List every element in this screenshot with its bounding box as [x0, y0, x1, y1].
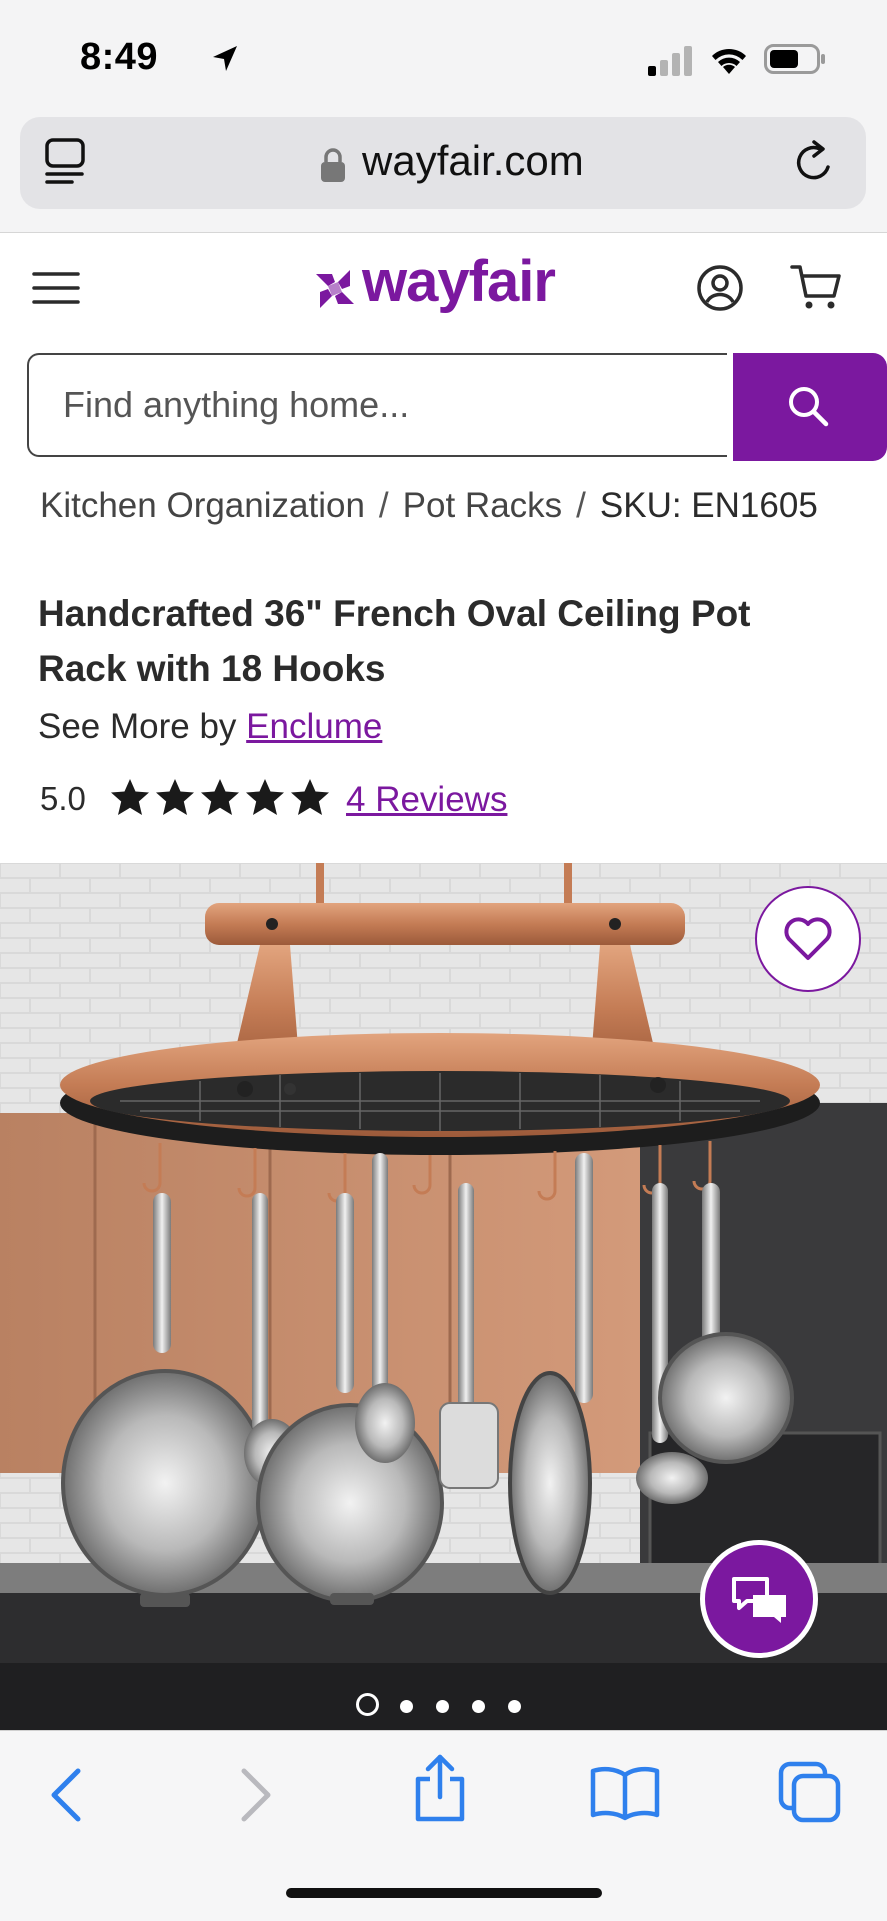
- back-arrow-icon[interactable]: [48, 1767, 82, 1823]
- star-icon: [111, 779, 149, 815]
- search-input[interactable]: [27, 353, 727, 457]
- pagination-dot[interactable]: [508, 1700, 521, 1713]
- pagination-dot-active[interactable]: [356, 1693, 379, 1716]
- see-more-by: See More by Enclume: [38, 707, 382, 747]
- tab-overview-icon[interactable]: [42, 137, 90, 189]
- url-text[interactable]: wayfair.com: [362, 137, 584, 185]
- star-icon: [246, 779, 284, 815]
- product-title: Handcrafted 36" French Oval Ceiling Pot …: [38, 593, 751, 689]
- wifi-icon: [712, 48, 746, 74]
- lock-icon: [321, 148, 345, 182]
- breadcrumb-pot-racks[interactable]: Pot Racks: [403, 486, 563, 525]
- wayfair-logo[interactable]: wayfair: [312, 249, 576, 322]
- search-button[interactable]: [733, 353, 887, 461]
- favorite-button[interactable]: [755, 886, 861, 992]
- image-pagination: [356, 1692, 536, 1722]
- tabs-icon[interactable]: [778, 1761, 842, 1823]
- browser-address-area: wayfair.com: [0, 115, 887, 233]
- search-icon: [789, 387, 829, 427]
- star-icon: [291, 779, 329, 815]
- forward-arrow-icon[interactable]: [240, 1767, 274, 1823]
- address-bar[interactable]: wayfair.com: [20, 117, 866, 209]
- reload-icon[interactable]: [790, 139, 838, 187]
- breadcrumb-kitchen-organization[interactable]: Kitchen Organization: [40, 486, 365, 525]
- see-more-prefix: See More by: [38, 707, 237, 746]
- bookmarks-icon[interactable]: [590, 1765, 660, 1821]
- chat-icon: [732, 1577, 786, 1623]
- location-arrow-icon: [213, 46, 237, 71]
- cart-icon[interactable]: [790, 262, 842, 312]
- home-indicator: [286, 1888, 602, 1898]
- brand-link[interactable]: Enclume: [246, 707, 382, 746]
- status-bar: 8:49: [0, 0, 887, 115]
- share-icon[interactable]: [412, 1753, 468, 1823]
- breadcrumb: Kitchen Organization / Pot Racks / SKU: EN16…: [40, 486, 818, 526]
- breadcrumb-separator: /: [576, 486, 586, 525]
- rating-value: 5.0: [40, 780, 86, 817]
- star-icon: [201, 779, 239, 815]
- search-bar: [27, 353, 887, 461]
- battery-icon: [764, 44, 825, 74]
- pagination-dot[interactable]: [436, 1700, 449, 1713]
- breadcrumb-separator: /: [378, 486, 389, 525]
- logo-text: wayfair: [362, 249, 556, 314]
- chat-button[interactable]: [700, 1540, 818, 1658]
- breadcrumb-sku: SKU: EN1605: [599, 486, 818, 525]
- status-time: 8:49: [80, 36, 159, 78]
- wayfair-pinwheel-icon: [316, 270, 354, 308]
- pagination-dot[interactable]: [400, 1700, 413, 1713]
- pagination-dot[interactable]: [472, 1700, 485, 1713]
- heart-icon: [784, 917, 832, 960]
- star-icon: [156, 779, 194, 815]
- account-icon[interactable]: [696, 264, 744, 312]
- cellular-signal-icon: [648, 46, 692, 76]
- star-rating: [111, 779, 329, 815]
- hamburger-menu-icon[interactable]: [32, 268, 80, 308]
- reviews-link[interactable]: 4 Reviews: [346, 780, 507, 820]
